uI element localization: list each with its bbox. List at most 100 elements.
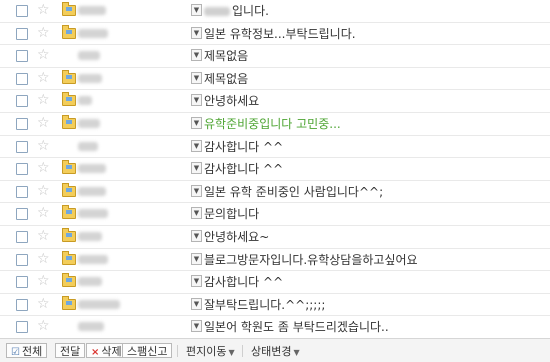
star-icon[interactable]: ☆ bbox=[37, 1, 50, 19]
mail-row[interactable]: ☆ ▼ 일본 유학정보...부탁드립니다. bbox=[0, 23, 550, 46]
sender-name-redacted[interactable] bbox=[78, 164, 106, 174]
expand-arrow-icon[interactable]: ▼ bbox=[191, 297, 202, 310]
row-checkbox[interactable] bbox=[16, 276, 28, 289]
folder-icon bbox=[62, 160, 76, 175]
sender-name-redacted[interactable] bbox=[78, 28, 108, 38]
sender-name-redacted[interactable] bbox=[78, 51, 100, 61]
mail-subject[interactable]: 감사합니다 ^^ bbox=[204, 274, 283, 290]
mail-row[interactable]: ☆ ▼ 감사합니다 ^^ bbox=[0, 158, 550, 181]
row-checkbox[interactable] bbox=[16, 50, 28, 63]
sender-name-redacted[interactable] bbox=[78, 299, 120, 309]
row-checkbox[interactable] bbox=[16, 95, 28, 108]
row-checkbox[interactable] bbox=[16, 27, 28, 40]
mail-row[interactable]: ☆ ▼ 일본어 학원도 좀 부탁드리겠습니다.. bbox=[0, 316, 550, 339]
expand-arrow-icon[interactable]: ▼ bbox=[191, 184, 202, 197]
expand-arrow-icon[interactable]: ▼ bbox=[191, 229, 202, 242]
sender-name-redacted[interactable] bbox=[78, 254, 108, 264]
star-icon[interactable]: ☆ bbox=[37, 159, 50, 177]
mail-row[interactable]: ☆ ▼ 문의합니다 bbox=[0, 203, 550, 226]
sender-name-redacted[interactable] bbox=[78, 118, 100, 128]
sender-name-redacted[interactable] bbox=[78, 141, 98, 151]
move-mail-dropdown[interactable]: 편지이동 ▼ bbox=[186, 344, 235, 360]
expand-arrow-icon[interactable]: ▼ bbox=[191, 49, 202, 62]
star-icon[interactable]: ☆ bbox=[37, 114, 50, 132]
sender-name-redacted[interactable] bbox=[78, 73, 102, 83]
row-checkbox[interactable] bbox=[16, 208, 28, 221]
star-icon[interactable]: ☆ bbox=[37, 227, 50, 245]
star-icon[interactable]: ☆ bbox=[37, 272, 50, 290]
mail-row[interactable]: ☆ ▼ 제목없음 bbox=[0, 45, 550, 68]
mail-subject[interactable]: 제목없음 bbox=[204, 71, 248, 87]
star-icon[interactable]: ☆ bbox=[37, 46, 50, 64]
star-icon[interactable]: ☆ bbox=[37, 24, 50, 42]
sender-name-redacted[interactable] bbox=[78, 322, 104, 332]
mail-subject[interactable]: 잘부탁드립니다.^^;;;;; bbox=[204, 297, 325, 313]
row-checkbox[interactable] bbox=[16, 230, 28, 243]
mail-row[interactable]: ☆ ▼ 블로그방문자입니다.유학상담을하고싶어요 bbox=[0, 249, 550, 272]
delete-button[interactable]: × 삭제 bbox=[86, 343, 127, 358]
mail-row[interactable]: ☆ ▼ 일본 유학 준비중인 사람입니다^^; bbox=[0, 181, 550, 204]
row-checkbox[interactable] bbox=[16, 298, 28, 311]
mail-row[interactable]: ☆ ▼ 감사합니다 ^^ bbox=[0, 136, 550, 159]
star-icon[interactable]: ☆ bbox=[37, 295, 50, 313]
mail-subject[interactable]: 유학준비중입니다 고민중... bbox=[204, 116, 341, 132]
expand-arrow-icon[interactable]: ▼ bbox=[191, 252, 202, 265]
select-all-button[interactable]: ☑ 전체 bbox=[6, 343, 48, 358]
folder-icon bbox=[62, 92, 76, 107]
star-icon[interactable]: ☆ bbox=[37, 137, 50, 155]
mail-row[interactable]: ☆ ▼ 제목없음 bbox=[0, 68, 550, 91]
expand-arrow-icon[interactable]: ▼ bbox=[191, 320, 202, 333]
star-icon[interactable]: ☆ bbox=[37, 250, 50, 268]
mail-subject[interactable]: 일본 유학정보...부탁드립니다. bbox=[204, 26, 356, 42]
sender-name-redacted[interactable] bbox=[78, 96, 92, 106]
row-checkbox[interactable] bbox=[16, 253, 28, 266]
star-icon[interactable]: ☆ bbox=[37, 91, 50, 109]
expand-arrow-icon[interactable]: ▼ bbox=[191, 275, 202, 288]
change-status-dropdown[interactable]: 상태변경 ▼ bbox=[251, 344, 300, 360]
expand-arrow-icon[interactable]: ▼ bbox=[191, 116, 202, 129]
sender-name-redacted[interactable] bbox=[78, 186, 106, 196]
mail-row[interactable]: ☆ ▼ 안녕하세요~ bbox=[0, 226, 550, 249]
mail-subject[interactable]: 일본 유학 준비중인 사람입니다^^; bbox=[204, 184, 383, 200]
expand-arrow-icon[interactable]: ▼ bbox=[191, 139, 202, 152]
mail-row[interactable]: ☆ ▼ 감사합니다 ^^ bbox=[0, 271, 550, 294]
mail-subject[interactable]: 블로그방문자입니다.유학상담을하고싶어요 bbox=[204, 252, 418, 268]
mail-subject[interactable]: 안녕하세요~ bbox=[204, 229, 269, 245]
expand-arrow-icon[interactable]: ▼ bbox=[191, 94, 202, 107]
mail-subject[interactable]: 입니다. bbox=[204, 3, 269, 19]
mail-row[interactable]: ☆ ▼ 안녕하세요 bbox=[0, 90, 550, 113]
mail-subject-text: 유학준비중입니다 고민중... bbox=[204, 116, 341, 131]
row-checkbox[interactable] bbox=[16, 5, 28, 17]
mail-row[interactable]: ☆ ▼ 유학준비중입니다 고민중... bbox=[0, 113, 550, 136]
expand-arrow-icon[interactable]: ▼ bbox=[191, 26, 202, 39]
row-checkbox[interactable] bbox=[16, 140, 28, 153]
expand-arrow-icon[interactable]: ▼ bbox=[191, 4, 202, 16]
row-checkbox[interactable] bbox=[16, 321, 28, 334]
mail-subject[interactable]: 감사합니다 ^^ bbox=[204, 139, 283, 155]
mail-subject[interactable]: 문의합니다 bbox=[204, 206, 259, 222]
mail-subject[interactable]: 일본어 학원도 좀 부탁드리겠습니다.. bbox=[204, 319, 389, 335]
row-checkbox[interactable] bbox=[16, 163, 28, 176]
star-icon[interactable]: ☆ bbox=[37, 182, 50, 200]
expand-arrow-icon[interactable]: ▼ bbox=[191, 162, 202, 175]
row-checkbox[interactable] bbox=[16, 185, 28, 198]
mail-row[interactable]: ☆ ▼ 입니다. bbox=[0, 0, 550, 23]
sender-name-redacted[interactable] bbox=[78, 231, 102, 241]
mail-row[interactable]: ☆ ▼ 잘부탁드립니다.^^;;;;; bbox=[0, 294, 550, 317]
sender-name-redacted[interactable] bbox=[78, 6, 106, 15]
expand-arrow-icon[interactable]: ▼ bbox=[191, 207, 202, 220]
sender-name-redacted[interactable] bbox=[78, 209, 108, 219]
expand-arrow-icon[interactable]: ▼ bbox=[191, 71, 202, 84]
row-checkbox[interactable] bbox=[16, 117, 28, 130]
mail-subject[interactable]: 제목없음 bbox=[204, 48, 248, 64]
star-icon[interactable]: ☆ bbox=[37, 204, 50, 222]
star-icon[interactable]: ☆ bbox=[37, 317, 50, 335]
mail-subject[interactable]: 안녕하세요 bbox=[204, 93, 259, 109]
mail-subject[interactable]: 감사합니다 ^^ bbox=[204, 161, 283, 177]
spam-report-button[interactable]: 스팸신고 bbox=[122, 343, 173, 358]
row-checkbox[interactable] bbox=[16, 72, 28, 85]
sender-name-redacted[interactable] bbox=[78, 277, 102, 287]
forward-button[interactable]: 전달 bbox=[55, 343, 86, 358]
folder-icon bbox=[62, 24, 76, 39]
star-icon[interactable]: ☆ bbox=[37, 69, 50, 87]
